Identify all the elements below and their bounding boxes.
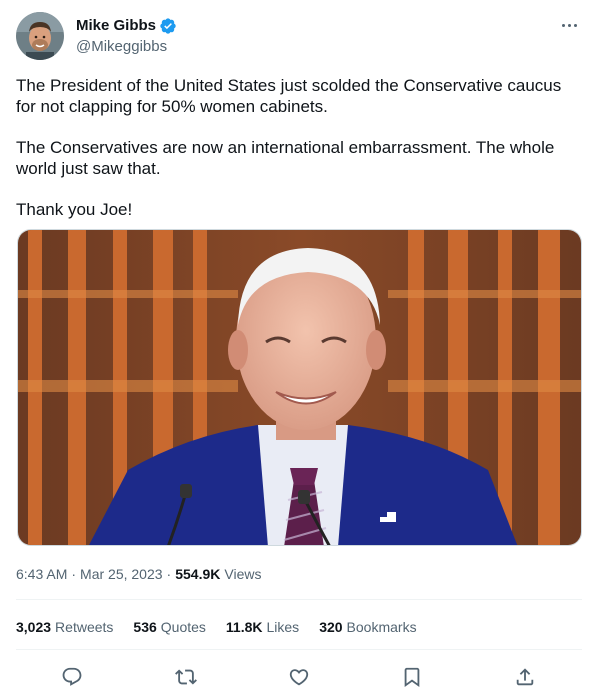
more-options-icon[interactable] [556,14,582,36]
likes-stat[interactable]: 11.8K Likes [226,618,299,636]
bookmarks-label: Bookmarks [346,619,417,635]
tweet-date[interactable]: Mar 25, 2023 [80,565,163,583]
meta-separator: · [71,566,77,582]
likes-label: Likes [266,619,300,635]
reply-icon[interactable] [57,662,87,692]
avatar[interactable] [16,12,64,60]
quotes-count: 536 [133,619,157,635]
tweet-media-image[interactable] [17,229,582,546]
retweets-label: Retweets [55,619,114,635]
retweet-icon[interactable] [171,662,201,692]
views-count: 554.9K [175,566,221,582]
display-name[interactable]: Mike Gibbs [76,16,156,36]
tweet-actions [16,662,582,692]
tweet-time[interactable]: 6:43 AM [16,565,67,583]
bookmark-icon[interactable] [397,662,427,692]
share-icon[interactable] [510,662,540,692]
bookmarks-count: 320 [319,619,343,635]
quotes-label: Quotes [160,619,206,635]
author-handle[interactable]: @Mikeggibbs [76,37,167,56]
tweet-meta: 6:43 AM · Mar 25, 2023 · 554.9K Views [16,565,261,583]
tweet-text: The President of the United States just … [16,75,582,220]
author-name-row[interactable]: Mike Gibbs [76,16,177,36]
meta-separator: · [166,566,172,582]
divider [16,599,582,600]
likes-count: 11.8K [225,619,263,635]
divider [16,649,582,650]
retweets-stat[interactable]: 3,023 Retweets [16,618,113,636]
tweet-card: Mike Gibbs @Mikeggibbs The President of … [0,0,598,700]
tweet-paragraph: The President of the United States just … [16,76,562,116]
views-label: Views [224,566,262,582]
quotes-stat[interactable]: 536 Quotes [133,618,206,636]
engagement-stats: 3,023 Retweets 536 Quotes 11.8K Likes 32… [16,618,417,636]
bookmarks-stat[interactable]: 320 Bookmarks [319,618,416,636]
verified-badge-icon [160,18,176,34]
tweet-paragraph: Thank you Joe! [16,200,133,219]
tweet-paragraph: The Conservatives are now an internation… [16,138,555,178]
retweets-count: 3,023 [16,619,52,635]
like-icon[interactable] [284,662,314,692]
